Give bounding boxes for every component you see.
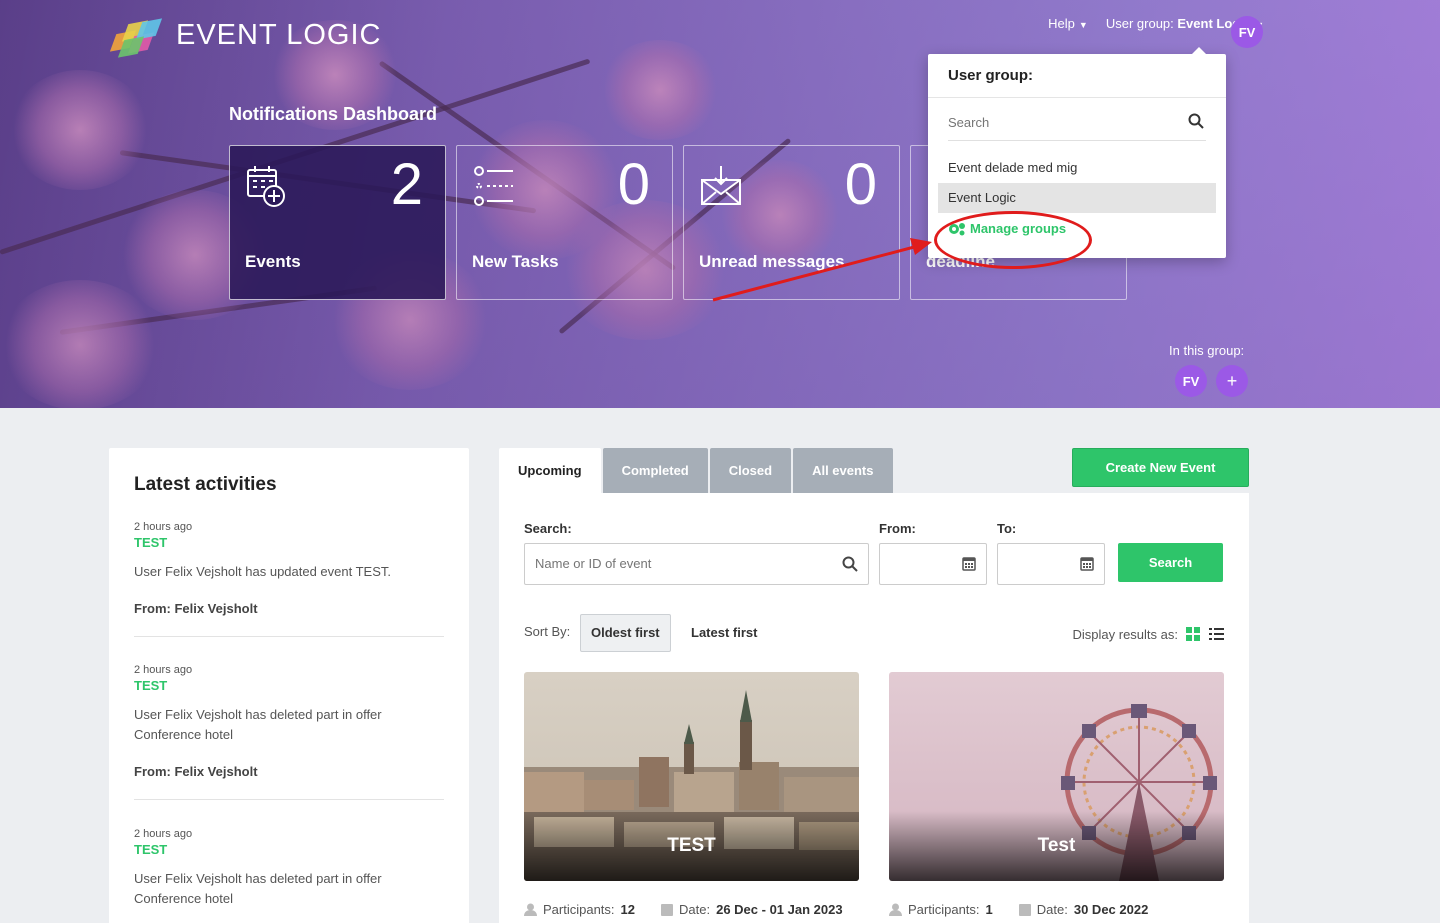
participants-label: Participants: xyxy=(908,902,980,917)
date-label: Date: xyxy=(679,902,711,917)
event-title: TEST xyxy=(667,835,716,856)
from-date-field[interactable] xyxy=(879,543,987,585)
participants-value: 1 xyxy=(985,902,993,917)
activity-message: User Felix Vejsholt has updated event TE… xyxy=(134,564,392,579)
activity-item: 2 hours ago TEST User Felix Vejsholt has… xyxy=(134,521,444,637)
calendar-icon[interactable] xyxy=(1080,556,1094,571)
latest-activities-panel: Latest activities 2 hours ago TEST User … xyxy=(109,448,469,923)
search-label: Search: xyxy=(524,521,572,536)
event-meta: Participants: 12 Date: 26 Dec - 01 Jan 2… xyxy=(524,902,843,917)
list-view-icon[interactable] xyxy=(1209,627,1224,641)
participants-label: Participants: xyxy=(543,902,615,917)
create-new-event-button[interactable]: Create New Event xyxy=(1072,448,1249,487)
event-meta: Participants: 1 Date: 30 Dec 2022 xyxy=(889,902,1148,917)
tab-all-events[interactable]: All events xyxy=(793,448,893,493)
to-date-field[interactable] xyxy=(997,543,1105,585)
participants-value: 12 xyxy=(620,902,636,917)
activities-title: Latest activities xyxy=(134,474,277,495)
activity-time: 2 hours ago xyxy=(134,521,193,533)
grid-view-icon[interactable] xyxy=(1186,627,1200,641)
events-panel: Search: From: To: Search Sort By: Oldest… xyxy=(499,493,1249,923)
search-button[interactable]: Search xyxy=(1118,543,1223,582)
activity-item: 2 hours ago TEST User Felix Vejsholt has… xyxy=(134,828,444,909)
calendar-icon xyxy=(661,904,674,916)
activity-from: From: Felix Vejsholt xyxy=(134,601,258,616)
user-icon xyxy=(524,903,537,916)
calendar-icon xyxy=(1018,904,1031,916)
date-value: 30 Dec 2022 xyxy=(1073,902,1149,917)
divider xyxy=(134,799,444,800)
divider xyxy=(134,636,444,637)
activity-message: User Felix Vejsholt has deleted part in … xyxy=(134,707,382,742)
event-title: Test xyxy=(1037,835,1076,856)
activity-item: 2 hours ago TEST User Felix Vejsholt has… xyxy=(134,664,444,800)
tab-closed[interactable]: Closed xyxy=(709,448,792,493)
sort-latest-button[interactable]: Latest first xyxy=(681,614,767,652)
tab-completed[interactable]: Completed xyxy=(602,448,708,493)
event-search-field[interactable] xyxy=(524,543,869,585)
event-search-input[interactable] xyxy=(535,556,815,571)
tab-upcoming[interactable]: Upcoming xyxy=(499,448,601,493)
event-card[interactable]: TEST xyxy=(524,672,859,881)
sort-label: Sort By: xyxy=(524,624,571,639)
to-label: To: xyxy=(997,521,1017,536)
date-label: Date: xyxy=(1036,902,1068,917)
activity-event-link[interactable]: TEST xyxy=(134,535,444,550)
from-label: From: xyxy=(879,521,916,536)
calendar-icon[interactable] xyxy=(962,556,976,571)
activity-time: 2 hours ago xyxy=(134,664,193,676)
activity-message: User Felix Vejsholt has deleted part in … xyxy=(134,871,382,906)
display-label: Display results as: xyxy=(1072,627,1178,642)
event-tabs: Upcoming Completed Closed All events xyxy=(499,448,893,493)
sort-oldest-button[interactable]: Oldest first xyxy=(580,614,671,652)
date-value: 26 Dec - 01 Jan 2023 xyxy=(716,902,843,917)
activity-event-link[interactable]: TEST xyxy=(134,842,444,857)
activity-from: From: Felix Vejsholt xyxy=(134,764,258,779)
annotation-arrow xyxy=(712,238,932,302)
event-card[interactable]: Test xyxy=(889,672,1224,881)
activity-time: 2 hours ago xyxy=(134,828,193,840)
user-icon xyxy=(889,903,902,916)
activity-event-link[interactable]: TEST xyxy=(134,678,444,693)
search-icon[interactable] xyxy=(842,556,858,572)
